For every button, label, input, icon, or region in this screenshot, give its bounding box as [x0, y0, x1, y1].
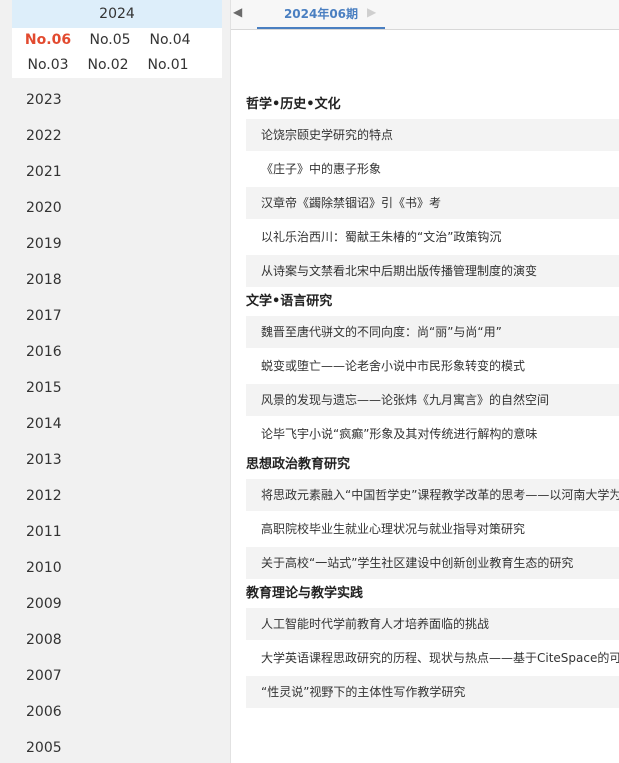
article-row[interactable]: 大学英语课程思政研究的历程、现状与热点——基于CiteSpace的可 [246, 642, 619, 674]
issue-nav-bar: ◀ 2024年06期 ▶ [231, 0, 619, 30]
year-item[interactable]: 2022 [26, 126, 62, 146]
year-item[interactable]: 2012 [26, 486, 62, 506]
year-item[interactable]: 2019 [26, 234, 62, 254]
article-row[interactable]: 从诗案与文禁看北宋中后期出版传播管理制度的演变 [246, 255, 619, 287]
issue-item[interactable]: No.05 [80, 28, 140, 53]
issue-item-selected[interactable]: No.06 [18, 28, 78, 53]
year-item[interactable]: 2010 [26, 558, 62, 578]
year-item[interactable]: 2021 [26, 162, 62, 182]
section-title: 思想政治教育研究 [246, 457, 351, 472]
article-title: 论毕飞宇小说“疯癫”形象及其对传统进行解构的意味 [261, 427, 538, 441]
issue-item[interactable]: No.01 [138, 53, 198, 78]
main-panel: ◀ 2024年06期 ▶ 哲学•历史•文化论饶宗颐史学研究的特点 《庄子》中的惠子… [231, 0, 619, 763]
article-row[interactable]: 风景的发现与遗忘——论张炜《九月寓言》的自然空间 [246, 384, 619, 416]
year-item[interactable]: 2006 [26, 702, 62, 722]
year-item[interactable]: 2015 [26, 378, 62, 398]
article-title: 高职院校毕业生就业心理状况与就业指导对策研究 [261, 522, 526, 536]
active-year[interactable]: 2024 [12, 0, 222, 28]
year-item[interactable]: 2017 [26, 306, 62, 326]
year-item[interactable]: 2005 [26, 738, 62, 758]
article-row[interactable]: 论饶宗颐史学研究的特点 [246, 119, 619, 151]
article-title: 魏晋至唐代骈文的不同向度：尚“丽”与尚“用” [261, 325, 502, 339]
article-row[interactable]: 魏晋至唐代骈文的不同向度：尚“丽”与尚“用” [246, 316, 619, 348]
next-arrow-icon[interactable]: ▶ [367, 5, 376, 19]
year-item[interactable]: 2016 [26, 342, 62, 362]
article-title: 论饶宗颐史学研究的特点 [261, 128, 394, 142]
article-row[interactable]: 论毕飞宇小说“疯癫”形象及其对传统进行解构的意味 [246, 418, 619, 450]
year-item[interactable]: 2008 [26, 630, 62, 650]
section-title: 文学•语言研究 [246, 294, 333, 309]
prev-arrow-icon[interactable]: ◀ [233, 5, 242, 19]
article-title: 风景的发现与遗忘——论张炜《九月寓言》的自然空间 [261, 393, 550, 407]
issue-item[interactable]: No.02 [78, 53, 138, 78]
section-title: 哲学•历史•文化 [246, 97, 341, 112]
article-title: “性灵说”视野下的主体性写作教学研究 [261, 685, 466, 699]
article-title: 汉章帝《蠲除禁锢诏》引《书》考 [261, 196, 442, 210]
year-item[interactable]: 2020 [26, 198, 62, 218]
year-item[interactable]: 2011 [26, 522, 62, 542]
issue-item[interactable]: No.04 [140, 28, 200, 53]
article-title: 蜕变或堕亡——论老舍小说中市民形象转变的模式 [261, 359, 526, 373]
article-row[interactable]: 以礼乐治西川：蜀献王朱椿的“文治”政策钩沉 [246, 221, 619, 253]
issue-item[interactable]: No.03 [18, 53, 78, 78]
page: 2024 No.06 No.05 No.04 No.03 No.02 No.01… [0, 0, 619, 763]
article-row[interactable]: 关于高校“一站式”学生社区建设中创新创业教育生态的研究 [246, 547, 619, 579]
article-row[interactable]: 《庄子》中的惠子形象 [246, 153, 619, 185]
year-item[interactable]: 2023 [26, 90, 62, 110]
article-title: 《庄子》中的惠子形象 [261, 162, 382, 176]
article-row[interactable]: 蜕变或堕亡——论老舍小说中市民形象转变的模式 [246, 350, 619, 382]
section-title: 教育理论与教学实践 [246, 586, 364, 601]
year-item[interactable]: 2007 [26, 666, 62, 686]
issue-grid: No.06 No.05 No.04 No.03 No.02 No.01 [12, 28, 222, 78]
article-row[interactable]: 汉章帝《蠲除禁锢诏》引《书》考 [246, 187, 619, 219]
article-title: 关于高校“一站式”学生社区建设中创新创业教育生态的研究 [261, 556, 574, 570]
year-item[interactable]: 2009 [26, 594, 62, 614]
article-title: 以礼乐治西川：蜀献王朱椿的“文治”政策钩沉 [261, 230, 502, 244]
article-row[interactable]: 人工智能时代学前教育人才培养面临的挑战 [246, 608, 619, 640]
article-row[interactable]: “性灵说”视野下的主体性写作教学研究 [246, 676, 619, 708]
article-row[interactable]: 高职院校毕业生就业心理状况与就业指导对策研究 [246, 513, 619, 545]
year-item[interactable]: 2014 [26, 414, 62, 434]
article-title: 将思政元素融入“中国哲学史”课程教学改革的思考——以河南大学为 [261, 488, 619, 502]
year-item[interactable]: 2018 [26, 270, 62, 290]
year-item[interactable]: 2013 [26, 450, 62, 470]
current-issue-tab[interactable]: 2024年06期 [257, 0, 385, 29]
article-title: 大学英语课程思政研究的历程、现状与热点——基于CiteSpace的可 [261, 651, 619, 665]
year-sidebar: 2024 No.06 No.05 No.04 No.03 No.02 No.01… [0, 0, 231, 763]
article-title: 从诗案与文禁看北宋中后期出版传播管理制度的演变 [261, 264, 538, 278]
article-title: 人工智能时代学前教育人才培养面临的挑战 [261, 617, 490, 631]
article-row[interactable]: 将思政元素融入“中国哲学史”课程教学改革的思考——以河南大学为 [246, 479, 619, 511]
